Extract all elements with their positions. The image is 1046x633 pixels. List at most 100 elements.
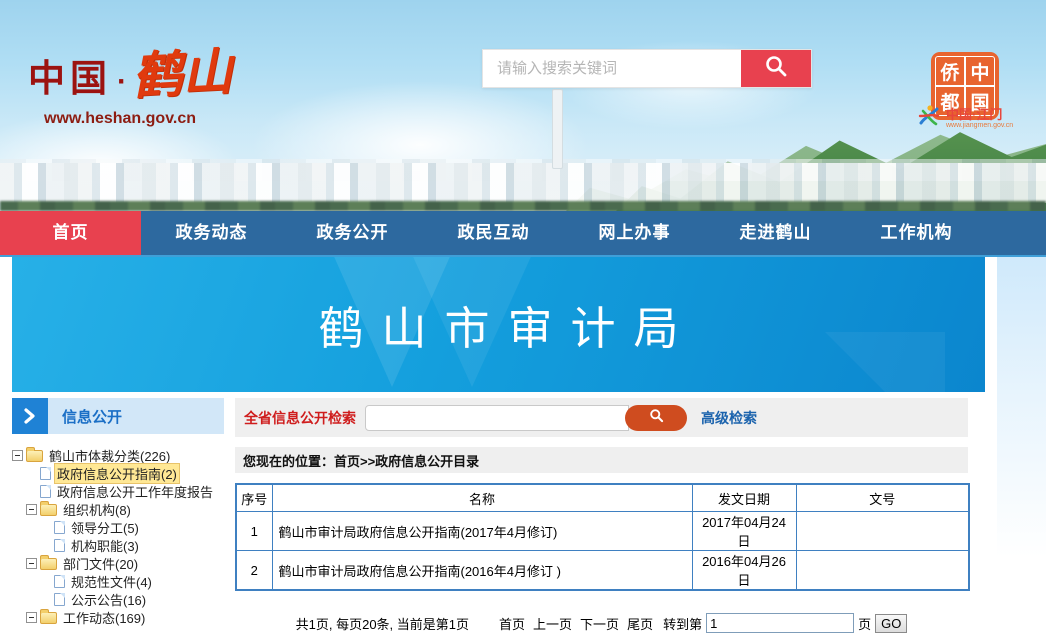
sidebar: 信息公开 鹤山市体裁分类(226)政府信息公开指南(2)政府信息公开工作年度报告… (12, 398, 224, 626)
document-icon (40, 467, 51, 480)
collapse-icon[interactable] (26, 612, 37, 623)
row-index: 1 (236, 512, 272, 551)
search-icon (649, 408, 664, 428)
logo-dot: · (117, 65, 127, 99)
folder-icon (26, 450, 43, 462)
tower-decor (552, 89, 563, 169)
folder-icon (40, 612, 57, 624)
document-icon (54, 575, 65, 588)
document-icon (54, 539, 65, 552)
tree-item[interactable]: 公示公告(16) (12, 590, 224, 608)
logo-country-text: 中国 (28, 48, 112, 102)
collapse-icon[interactable] (26, 558, 37, 569)
doc-title-link[interactable]: 鹤山市审计局政府信息公开指南(2016年4月修订 ) (272, 551, 692, 591)
doc-number (796, 512, 969, 551)
pagination: 共1页, 每页20条, 当前是第1页 首页上一页下一页尾页 转到第 页 GO (235, 613, 968, 633)
pager-link-4[interactable]: 尾页 (627, 617, 653, 632)
tree-item[interactable]: 领导分工(5) (12, 518, 224, 536)
publish-date: 2016年04月26日 (692, 551, 796, 591)
treeline-decor (0, 201, 1046, 211)
tree-item-label[interactable]: 政府信息公开工作年度报告 (55, 482, 215, 501)
table-header-row: 序号名称发文日期文号 (236, 484, 969, 512)
sidebar-header: 信息公开 (12, 398, 224, 434)
row-index: 2 (236, 551, 272, 591)
document-icon (54, 521, 65, 534)
gov-search-label: 全省信息公开检索 (244, 408, 356, 428)
main-content: 全省信息公开检索 高级检索 您现在的位置：首页>>政府信息公开目录 序号名称发文… (235, 398, 968, 633)
nav-item-4[interactable]: 政民互动 (423, 211, 564, 255)
pager-link-3[interactable]: 下一页 (580, 617, 619, 632)
nav-item-7[interactable]: 工作机构 (846, 211, 987, 255)
city-skyline-decor (0, 163, 1046, 203)
site-logo[interactable]: 中国 · 鹤山 www.heshan.gov.cn (28, 34, 232, 128)
nav-item-1[interactable]: 首页 (0, 211, 141, 255)
tree-item[interactable]: 组织机构(8) (12, 500, 224, 518)
go-button[interactable]: GO (875, 614, 907, 633)
pager-link-2[interactable]: 上一页 (533, 617, 572, 632)
pager-links: 首页上一页下一页尾页 (495, 614, 657, 633)
table-row: 1鹤山市审计局政府信息公开指南(2017年4月修订)2017年04月24日 (236, 512, 969, 551)
pager-link-1[interactable]: 首页 (499, 617, 525, 632)
publish-date: 2017年04月24日 (692, 512, 796, 551)
gov-info-search-bar: 全省信息公开检索 高级检索 (235, 398, 968, 437)
header-search-button[interactable] (741, 50, 811, 87)
tree-item-label[interactable]: 鹤山市体裁分类(226) (47, 446, 172, 465)
page-bg-strip (997, 257, 1046, 557)
tree-item[interactable]: 机构职能(3) (12, 536, 224, 554)
tree-item-label[interactable]: 政府信息公开指南(2) (55, 464, 179, 483)
tree-item-label[interactable]: 机构职能(3) (69, 536, 141, 555)
collapse-icon[interactable] (12, 450, 23, 461)
document-icon (40, 485, 51, 498)
page-unit-label: 页 (858, 614, 871, 633)
nav-item-2[interactable]: 政务动态 (141, 211, 282, 255)
tree-item[interactable]: 鹤山市体裁分类(226) (12, 446, 224, 464)
tree-item-label[interactable]: 领导分工(5) (69, 518, 141, 537)
tree-item-label[interactable]: 组织机构(8) (61, 500, 133, 519)
search-icon (764, 54, 788, 83)
column-header: 序号 (236, 484, 272, 512)
tree-item-label[interactable]: 工作动态(169) (61, 608, 147, 627)
site-url-text: www.heshan.gov.cn (44, 110, 232, 128)
advanced-search-link[interactable]: 高级检索 (701, 408, 757, 428)
nav-item-6[interactable]: 走进鹤山 (705, 211, 846, 255)
folder-icon (40, 558, 57, 570)
tree-item-label[interactable]: 公示公告(16) (69, 590, 148, 609)
document-icon (54, 593, 65, 606)
chevron-right-icon[interactable] (12, 398, 48, 434)
goto-label: 转到第 (663, 614, 702, 633)
sidebar-title: 信息公开 (48, 398, 224, 434)
seal-char: 侨 (936, 57, 964, 85)
nav-item-3[interactable]: 政务公开 (282, 211, 423, 255)
tree-item[interactable]: 政府信息公开指南(2) (12, 464, 224, 482)
header-search-input[interactable] (483, 50, 741, 87)
table-body: 1鹤山市审计局政府信息公开指南(2017年4月修订)2017年04月24日2鹤山… (236, 512, 969, 591)
breadcrumb: 您现在的位置：首页>>政府信息公开目录 (235, 447, 968, 473)
tree-item[interactable]: 政府信息公开工作年度报告 (12, 482, 224, 500)
tree-item-label[interactable]: 规范性文件(4) (69, 572, 154, 591)
logo-city-calligraphy: 鹤山 (130, 31, 234, 108)
documents-table: 序号名称发文日期文号 1鹤山市审计局政府信息公开指南(2017年4月修订)201… (235, 483, 970, 591)
pagination-summary: 共1页, 每页20条, 当前是第1页 (296, 614, 469, 633)
tree-item[interactable]: 规范性文件(4) (12, 572, 224, 590)
table-row: 2鹤山市审计局政府信息公开指南(2016年4月修订 )2016年04月26日 (236, 551, 969, 591)
department-title: 鹤山市审计局 (300, 292, 696, 357)
header-search-bar (482, 49, 812, 88)
doc-number (796, 551, 969, 591)
nav-item-5[interactable]: 网上办事 (564, 211, 705, 255)
jiangmen-logo[interactable]: 中国·江门 www.jiangmen.gov.cn (917, 103, 1013, 134)
folder-icon (40, 504, 57, 516)
doc-title-link[interactable]: 鹤山市审计局政府信息公开指南(2017年4月修订) (272, 512, 692, 551)
seal-char: 中 (966, 57, 994, 85)
column-header: 名称 (272, 484, 692, 512)
gov-search-button[interactable] (625, 405, 687, 431)
banner-triangle-decor (825, 332, 945, 392)
tree-item-label[interactable]: 部门文件(20) (61, 554, 140, 573)
tree-item[interactable]: 工作动态(169) (12, 608, 224, 626)
jiangmen-figure-icon (917, 103, 941, 134)
column-header: 发文日期 (692, 484, 796, 512)
gov-search-input[interactable] (365, 405, 629, 431)
jiangmen-title: 中国·江门 (946, 108, 1013, 122)
tree-item[interactable]: 部门文件(20) (12, 554, 224, 572)
collapse-icon[interactable] (26, 504, 37, 515)
page-number-input[interactable] (706, 613, 854, 633)
